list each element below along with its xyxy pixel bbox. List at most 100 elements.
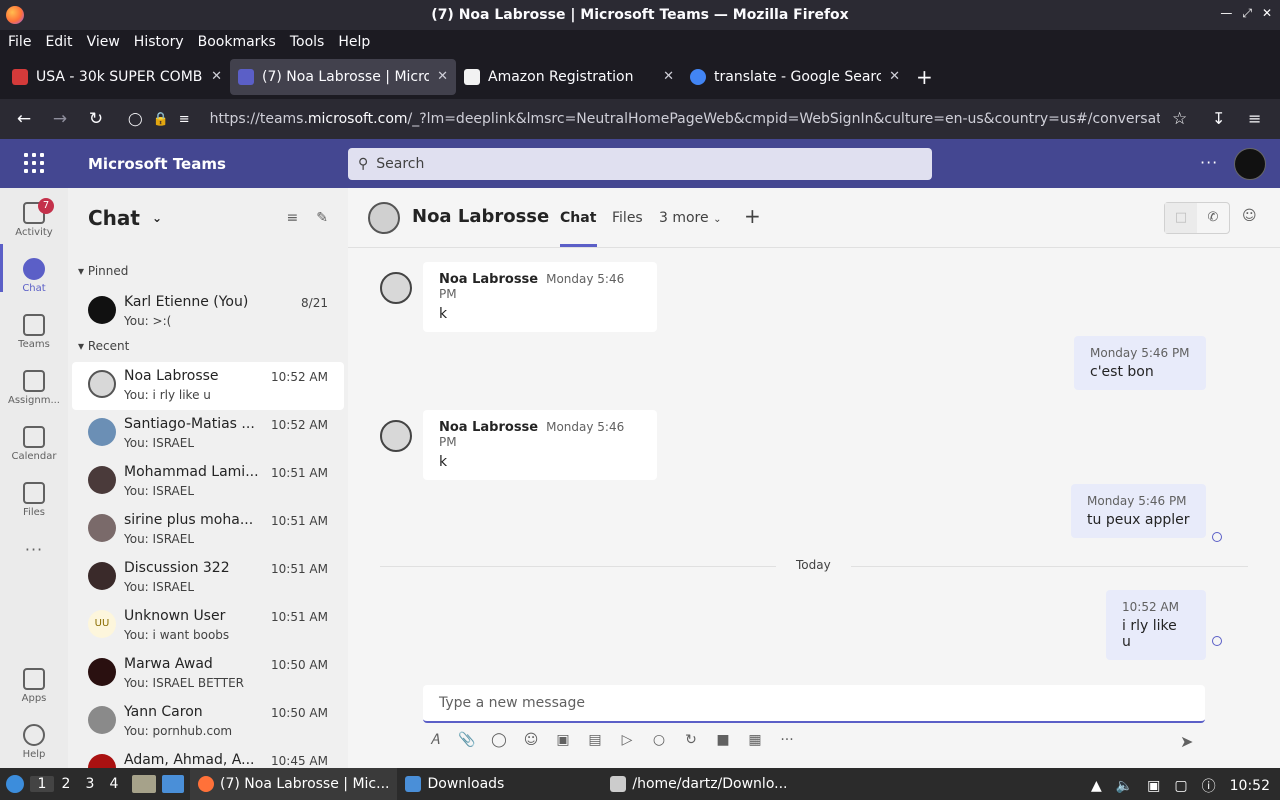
menu-tools[interactable]: Tools <box>290 34 325 50</box>
gif-icon[interactable]: ▣ <box>554 732 572 748</box>
list-item-selected[interactable]: Noa Labrosse You: i rly like u 10:52 AM <box>72 362 344 410</box>
list-item[interactable]: Yann Caron You: pornhub.com 10:50 AM <box>72 698 344 746</box>
browser-tab[interactable]: Amazon Registration ✕ <box>456 59 682 95</box>
audio-call-icon[interactable]: ✆ <box>1197 203 1229 233</box>
pinned-section-label[interactable]: ▾ Pinned <box>78 264 128 278</box>
more-options-icon[interactable]: ··· <box>1200 153 1218 172</box>
tab-close-icon[interactable]: ✕ <box>663 69 674 84</box>
lock-icon[interactable]: 🔒 <box>153 112 169 127</box>
menu-file[interactable]: File <box>8 34 31 50</box>
new-tab-icon[interactable]: + <box>916 65 933 89</box>
send-icon[interactable]: ➤ <box>1180 732 1193 751</box>
attach-icon[interactable]: 📎 <box>458 732 476 748</box>
avatar[interactable] <box>368 202 400 234</box>
teams-app-icon[interactable]: ■ <box>714 732 732 748</box>
list-item[interactable]: Santiago-Matias ... You: ISRAEL 10:52 AM <box>72 410 344 458</box>
video-call-icon[interactable]: □ <box>1165 203 1197 233</box>
forward-icon[interactable]: → <box>42 109 78 129</box>
loop-icon[interactable]: ◯ <box>490 732 508 748</box>
workspace-4[interactable]: 4 <box>102 776 126 792</box>
message-outgoing: 10:52 AM i rly like u <box>1106 590 1206 660</box>
menu-edit[interactable]: Edit <box>45 34 72 50</box>
list-item[interactable]: sirine plus moha... You: ISRAEL 10:51 AM <box>72 506 344 554</box>
maximize-icon[interactable]: ⤢ <box>1242 6 1252 21</box>
display-icon[interactable]: ▣ <box>1147 778 1160 794</box>
menu-bookmarks[interactable]: Bookmarks <box>198 34 276 50</box>
tab-files[interactable]: Files <box>612 210 643 226</box>
menu-help[interactable]: Help <box>338 34 370 50</box>
reload-icon[interactable]: ↻ <box>78 109 114 129</box>
start-menu-icon[interactable] <box>0 768 30 800</box>
list-item[interactable]: Adam, Ahmad, A... 10:45 AM <box>72 746 344 768</box>
close-icon[interactable]: ✕ <box>1262 6 1272 21</box>
notification-icon[interactable]: ⓘ <box>1202 776 1216 796</box>
avatar <box>380 272 412 304</box>
shield-icon[interactable]: ◯ <box>128 112 143 127</box>
network-icon[interactable]: ▲ <box>1091 778 1102 794</box>
rail-chat[interactable]: Chat <box>0 258 68 294</box>
add-tab-icon[interactable]: + <box>744 204 761 228</box>
chat-list-header[interactable]: Chat ⌄ <box>88 206 162 230</box>
recent-section-label[interactable]: ▾ Recent <box>78 339 129 353</box>
app-menu-icon[interactable]: ≡ <box>1248 109 1261 128</box>
volume-icon[interactable]: 🔈 <box>1116 778 1133 794</box>
browser-tab[interactable]: USA - 30k SUPER COMBO ✕ <box>4 59 230 95</box>
list-item[interactable]: Discussion 322 You: ISRAEL 10:51 AM <box>72 554 344 602</box>
format-icon[interactable]: 𝐴 <box>426 732 444 748</box>
tab-close-icon[interactable]: ✕ <box>889 69 900 84</box>
search-input[interactable]: ⚲ Search <box>348 148 932 180</box>
menu-history[interactable]: History <box>134 34 184 50</box>
list-item[interactable]: Marwa Awad You: ISRAEL BETTER 10:50 AM <box>72 650 344 698</box>
workspace-3[interactable]: 3 <box>78 776 102 792</box>
workspace-1[interactable]: 1 <box>30 776 54 792</box>
tab-close-icon[interactable]: ✕ <box>437 69 448 84</box>
browser-tab-active[interactable]: (7) Noa Labrosse | Microsoft Teams ✕ <box>230 58 456 95</box>
file-manager-icon[interactable] <box>132 775 156 793</box>
tab-more[interactable]: 3 more ⌄ <box>659 210 721 226</box>
tab-close-icon[interactable]: ✕ <box>211 69 222 84</box>
refresh-icon[interactable]: ↻ <box>682 732 700 748</box>
schedule-meeting-icon[interactable]: ▷ <box>618 732 636 748</box>
tab-label: translate - Google Search <box>714 68 882 85</box>
rail-activity[interactable]: 7 Activity <box>0 198 68 238</box>
browser-tab[interactable]: translate - Google Search ✕ <box>682 59 908 95</box>
rail-teams[interactable]: Teams <box>0 314 68 350</box>
rail-assignments[interactable]: Assignm... <box>0 370 68 406</box>
list-item[interactable]: Mohammad Lami... You: ISRAEL 10:51 AM <box>72 458 344 506</box>
back-icon[interactable]: ← <box>6 109 42 129</box>
minimize-icon[interactable]: — <box>1220 6 1232 21</box>
clock[interactable]: 10:52 <box>1230 778 1270 794</box>
url-text[interactable]: https://teams.microsoft.com/_?lm=deeplin… <box>210 111 1160 127</box>
workspace-2[interactable]: 2 <box>54 776 78 792</box>
emoji-icon[interactable]: ☺ <box>522 732 540 748</box>
profile-avatar[interactable] <box>1234 148 1266 180</box>
filter-icon[interactable]: ≡ <box>287 210 299 226</box>
rail-calendar[interactable]: Calendar <box>0 426 68 462</box>
rail-help[interactable]: Help <box>0 724 68 760</box>
chevron-down-icon[interactable]: ⌄ <box>152 211 162 225</box>
taskbar-task[interactable]: Downloads <box>397 768 512 800</box>
desktop-icon[interactable] <box>162 775 184 793</box>
bookmark-star-icon[interactable]: ☆ <box>1172 109 1187 129</box>
rail-apps[interactable]: Apps <box>0 668 68 704</box>
app-launcher-icon[interactable] <box>24 153 44 173</box>
rail-files[interactable]: Files <box>0 482 68 518</box>
downloads-icon[interactable]: ↧ <box>1212 109 1225 128</box>
tab-chat[interactable]: Chat <box>560 210 596 226</box>
list-item[interactable]: Karl Etienne (You) You: >:( 8/21 <box>72 288 344 336</box>
list-item[interactable]: UU Unknown User You: i want boobs 10:51 … <box>72 602 344 650</box>
clipboard-icon[interactable]: ▢ <box>1174 778 1187 794</box>
people-icon[interactable]: ☺ <box>1242 208 1257 224</box>
taskbar-task[interactable]: /home/dartz/Downlo... <box>602 768 795 800</box>
new-chat-icon[interactable]: ✎ <box>316 210 328 226</box>
forms-icon[interactable]: ▦ <box>746 732 764 748</box>
menu-view[interactable]: View <box>87 34 120 50</box>
taskbar-task[interactable]: (7) Noa Labrosse | Mic... <box>190 768 398 800</box>
permissions-icon[interactable]: ≡ <box>179 112 190 127</box>
praise-icon[interactable]: ○ <box>650 732 668 748</box>
url-bar[interactable]: ◯ 🔒 ≡ https://teams.microsoft.com/_?lm=d… <box>120 104 1200 134</box>
more-options-icon[interactable]: ··· <box>778 732 796 748</box>
sticker-icon[interactable]: ▤ <box>586 732 604 748</box>
message-input[interactable]: Type a new message <box>423 685 1205 723</box>
rail-more-icon[interactable]: ··· <box>0 540 68 559</box>
